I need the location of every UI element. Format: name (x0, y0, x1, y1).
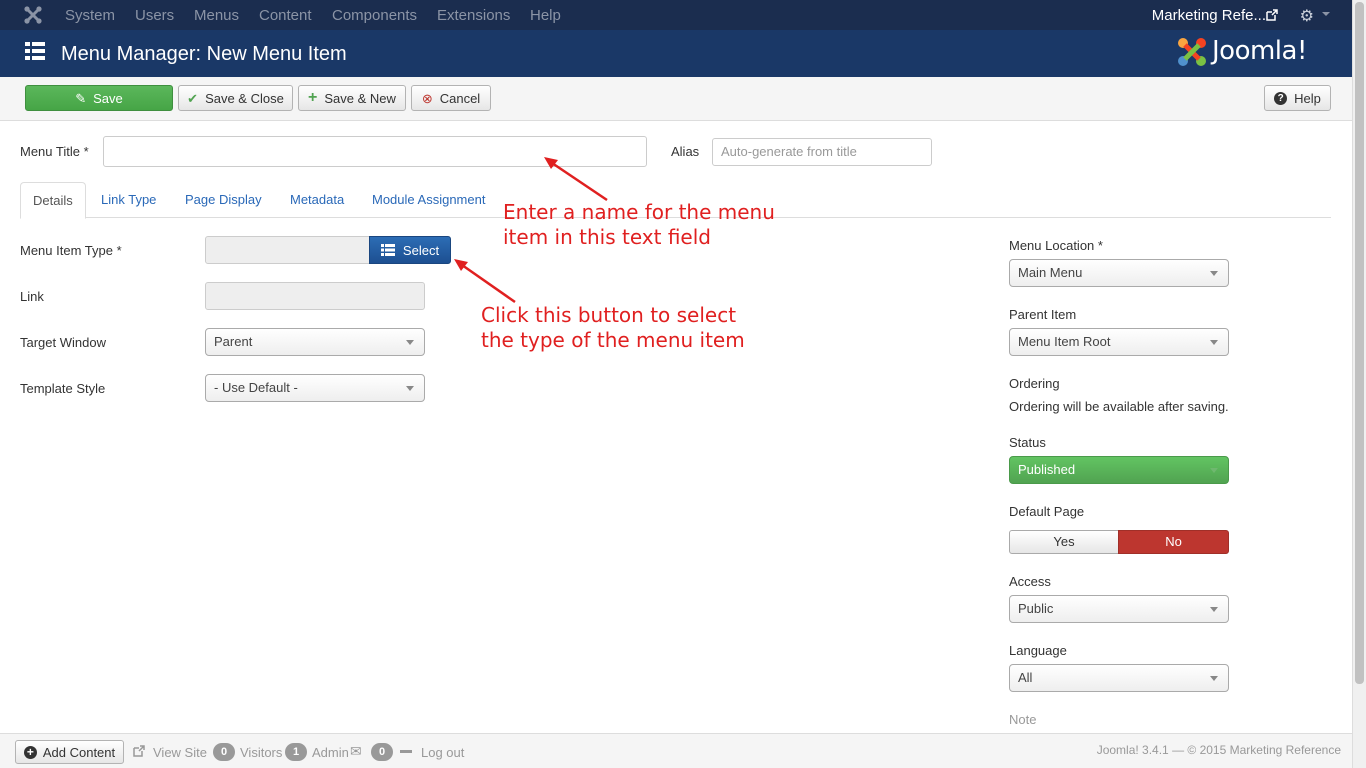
plus-circle-icon: + (23, 745, 37, 759)
save-close-button[interactable]: ✔ Save & Close (178, 85, 293, 111)
visitors-badge: 0 (213, 743, 235, 761)
external-link-icon (133, 745, 145, 757)
chevron-down-icon (1210, 607, 1218, 612)
scrollbar-thumb[interactable] (1355, 2, 1364, 684)
status-bar: + Add Content View Site 0 Visitors 1 Adm… (0, 733, 1352, 768)
external-link-icon (1266, 9, 1278, 21)
nav-content[interactable]: Content (259, 7, 312, 24)
default-page-no-button[interactable]: No (1118, 530, 1229, 554)
language-label: Language (1009, 643, 1067, 658)
default-page-label: Default Page (1009, 504, 1085, 519)
menu-location-label: Menu Location * (1009, 238, 1103, 253)
question-icon: ? (1274, 91, 1288, 105)
link-label: Link (20, 289, 44, 304)
tab-metadata[interactable]: Metadata (278, 182, 356, 218)
annotation-select: Click this button to select the type of … (481, 303, 745, 352)
chevron-down-icon (1210, 676, 1218, 681)
save-button[interactable]: ✎ Save (25, 85, 173, 111)
toolbar: ✎ Save ✔ Save & Close + Save & New ⊗ Can… (0, 77, 1352, 121)
brand-name: Joomla! (1212, 36, 1307, 66)
chevron-down-icon (406, 340, 414, 345)
target-window-label: Target Window (20, 335, 106, 350)
default-page-yes-button[interactable]: Yes (1009, 530, 1119, 554)
edit-icon: ✎ (75, 90, 87, 106)
status-label: Status (1009, 435, 1046, 450)
chevron-down-icon (1210, 271, 1218, 276)
target-window-select[interactable]: Parent (205, 328, 425, 356)
template-style-label: Template Style (20, 381, 106, 396)
envelope-icon: ✉ (350, 743, 362, 759)
joomla-logo-icon[interactable] (24, 6, 42, 24)
chevron-down-icon (406, 386, 414, 391)
annotation-title: Enter a name for the menu item in this t… (503, 200, 775, 249)
menu-title-label: Menu Title * (20, 144, 89, 159)
tab-link-type[interactable]: Link Type (89, 182, 168, 218)
logout-link[interactable]: Log out (421, 745, 464, 760)
plus-icon: + (308, 89, 318, 106)
ordering-note: Ordering will be available after saving. (1009, 399, 1229, 414)
note-label: Note (1009, 712, 1037, 727)
view-site-link[interactable]: View Site (153, 745, 207, 760)
access-label: Access (1009, 574, 1051, 589)
parent-item-label: Parent Item (1009, 307, 1077, 322)
nav-extensions[interactable]: Extensions (437, 7, 510, 24)
chevron-down-icon (1210, 468, 1218, 473)
arrow-to-select-button (461, 263, 516, 304)
joomla-brand-logo: Joomla! (1176, 36, 1326, 68)
alias-input[interactable]: Auto-generate from title (712, 138, 932, 166)
language-select[interactable]: All (1009, 664, 1229, 692)
checkmark-icon: ✔ (187, 90, 199, 106)
parent-item-select[interactable]: Menu Item Root (1009, 328, 1229, 356)
nav-help[interactable]: Help (530, 7, 561, 24)
save-new-button[interactable]: + Save & New (298, 85, 406, 111)
link-field (205, 282, 425, 310)
chevron-down-icon (1210, 340, 1218, 345)
list-icon (25, 42, 45, 60)
visitors-label: Visitors (240, 745, 283, 760)
copyright-text: Joomla! 3.4.1 — © 2015 Marketing Referen… (1096, 743, 1341, 757)
nav-system[interactable]: System (65, 7, 115, 24)
admin-label: Admin (312, 745, 349, 760)
list-icon (380, 244, 395, 256)
messages-badge[interactable]: 0 (371, 743, 393, 761)
menu-item-type-label: Menu Item Type * (20, 243, 122, 258)
nav-menus[interactable]: Menus (194, 7, 239, 24)
select-menu-item-type-button[interactable]: Select (369, 236, 451, 264)
page-title: Menu Manager: New Menu Item (61, 43, 347, 65)
gear-icon[interactable]: ⚙ (1300, 6, 1314, 26)
access-select[interactable]: Public (1009, 595, 1229, 623)
tab-page-display[interactable]: Page Display (173, 182, 274, 218)
alias-label: Alias (671, 144, 700, 159)
minus-icon (400, 750, 412, 753)
help-button[interactable]: ? Help (1264, 85, 1331, 111)
cancel-button[interactable]: ⊗ Cancel (411, 85, 491, 111)
template-style-select[interactable]: - Use Default - (205, 374, 425, 402)
menu-location-select[interactable]: Main Menu (1009, 259, 1229, 287)
add-content-button[interactable]: + Add Content (15, 740, 124, 764)
arrow-head-select (454, 259, 468, 271)
menu-item-type-field (205, 236, 370, 264)
top-navbar: System Users Menus Content Components Ex… (0, 0, 1352, 30)
menu-title-input[interactable] (103, 136, 647, 167)
tab-module-assignment[interactable]: Module Assignment (360, 182, 497, 218)
title-bar: Menu Manager: New Menu Item Joomla! (0, 30, 1352, 77)
chevron-down-icon[interactable] (1322, 12, 1330, 16)
nav-components[interactable]: Components (332, 7, 417, 24)
status-select[interactable]: Published (1009, 456, 1229, 484)
joomla-brand-icon (1178, 38, 1206, 66)
ordering-label: Ordering (1009, 376, 1060, 391)
admin-badge: 1 (285, 743, 307, 761)
cancel-circle-icon: ⊗ (421, 90, 433, 106)
page-scrollbar[interactable] (1352, 0, 1366, 768)
nav-users[interactable]: Users (135, 7, 174, 24)
site-name-link[interactable]: Marketing Refe... (1152, 7, 1266, 24)
tab-details[interactable]: Details (20, 182, 86, 219)
